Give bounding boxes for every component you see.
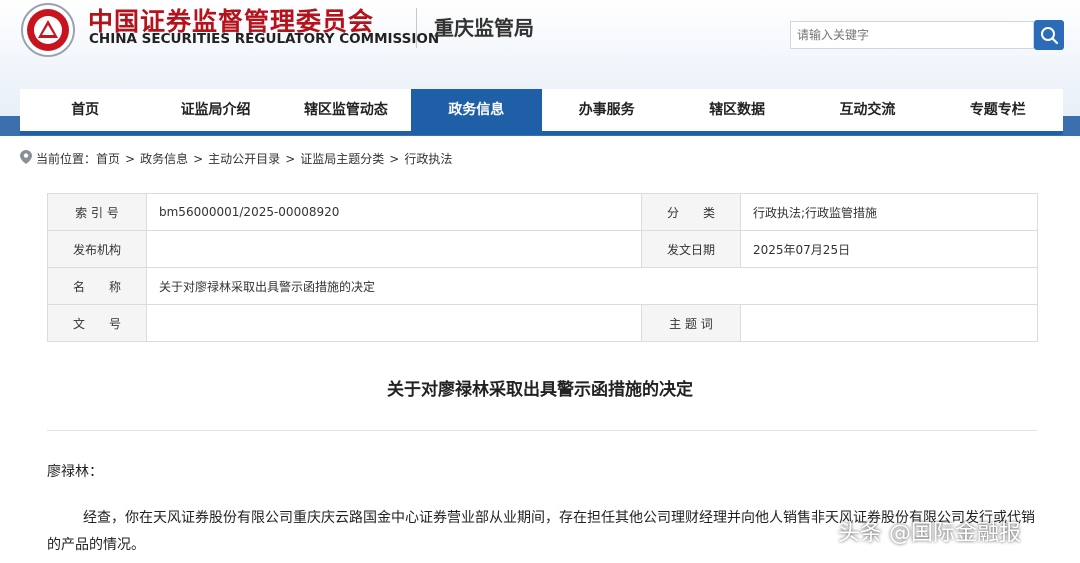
breadcrumb-item-topic-category[interactable]: 证监局主题分类 [300,150,384,167]
index-value: bm56000001/2025-00008920 [146,193,642,231]
table-row: 发布机构 发文日期 2025年07月25日 [47,230,1038,268]
breadcrumb-item-government-info[interactable]: 政务信息 [140,150,188,167]
nav-item-services[interactable]: 办事服务 [542,89,672,131]
publisher-label: 发布机构 [47,230,147,268]
nav-item-government-info[interactable]: 政务信息 [411,89,542,131]
breadcrumb-separator: > [389,151,400,166]
header-divider [416,8,417,48]
breadcrumb-item-home[interactable]: 首页 [96,150,120,167]
bureau-name[interactable]: 重庆监管局 [434,12,534,41]
location-pin-icon [20,150,32,167]
breadcrumb-separator: > [193,151,204,166]
search-button[interactable] [1034,20,1064,50]
source-watermark: 头条 @国际金融报 [838,521,1021,546]
breadcrumb-separator: > [125,151,136,166]
date-value: 2025年07月25日 [740,230,1038,268]
breadcrumb: 当前位置： 首页 > 政务信息 > 主动公开目录 > 证监局主题分类 > 行政执… [20,150,452,167]
index-label: 索 引 号 [47,193,147,231]
topic-label: 主 题 词 [641,304,741,342]
nav-item-regulatory-news[interactable]: 辖区监管动态 [281,89,411,131]
document-salutation: 廖禄林： [47,464,103,480]
brand-name-en[interactable]: CHINA SECURITIES REGULATORY COMMISSION [89,31,439,47]
document-title: 关于对廖禄林采取出具警示函措施的决定 [387,380,693,400]
doc-number-value [146,304,642,342]
category-value: 行政执法;行政监管措施 [740,193,1038,231]
nav-item-interaction[interactable]: 互动交流 [802,89,932,131]
breadcrumb-prefix: 当前位置： [36,152,97,166]
publisher-value [146,230,642,268]
table-row: 名 称 关于对廖禄林采取出具警示函措施的决定 [47,267,1038,305]
document-meta-table: 索 引 号 bm56000001/2025-00008920 分 类 行政执法;… [47,193,1038,342]
nav-item-regional-data[interactable]: 辖区数据 [672,89,802,131]
name-value: 关于对廖禄林采取出具警示函措施的决定 [146,267,1038,305]
date-label: 发文日期 [641,230,741,268]
table-row: 索 引 号 bm56000001/2025-00008920 分 类 行政执法;… [47,193,1038,231]
title-divider [47,430,1037,431]
breadcrumb-item-public-catalog[interactable]: 主动公开目录 [208,150,280,167]
main-nav: 首页 证监局介绍 辖区监管动态 政务信息 办事服务 辖区数据 互动交流 专题专栏 [20,89,1063,135]
doc-number-label: 文 号 [47,304,147,342]
search-icon [1041,27,1059,45]
topic-value [740,304,1038,342]
nav-item-special-topics[interactable]: 专题专栏 [933,89,1063,131]
csrc-logo-icon[interactable] [18,2,78,58]
search-input[interactable] [790,21,1034,49]
category-label: 分 类 [641,193,741,231]
breadcrumb-item-enforcement[interactable]: 行政执法 [404,150,452,167]
nav-item-bureau-intro[interactable]: 证监局介绍 [150,89,280,131]
breadcrumb-separator: > [285,151,296,166]
nav-item-home[interactable]: 首页 [20,89,150,131]
table-row: 文 号 主 题 词 [47,304,1038,342]
name-label: 名 称 [47,267,147,305]
